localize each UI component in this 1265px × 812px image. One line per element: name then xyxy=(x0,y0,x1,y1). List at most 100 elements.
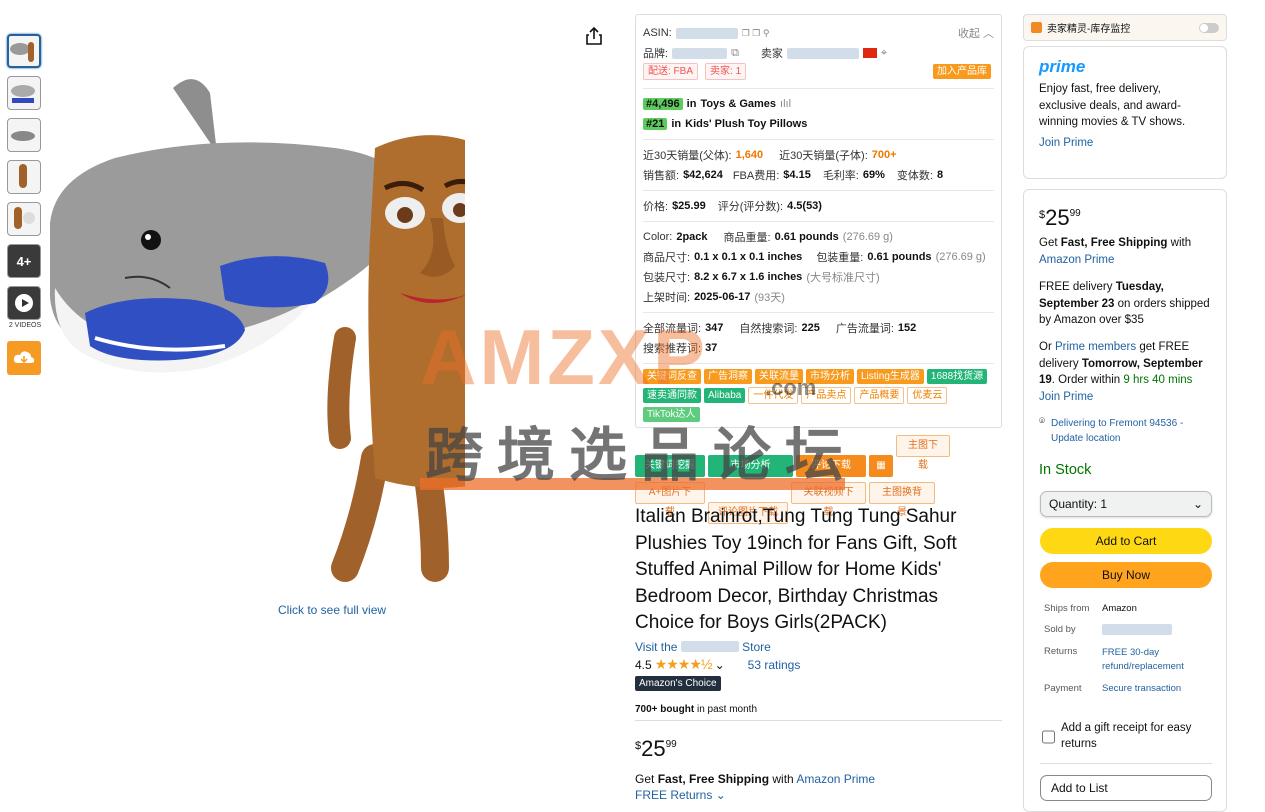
location-icon: ⌖ xyxy=(880,46,888,59)
price-whole: 25 xyxy=(641,736,666,761)
thumbnail-more[interactable]: 4+ xyxy=(7,244,41,278)
amazon-prime-link[interactable]: Amazon Prime xyxy=(796,772,875,786)
keyword-mining-button[interactable]: 关键词挖掘 xyxy=(635,455,705,477)
tag-aliexpress[interactable]: 速卖通同款 xyxy=(643,388,701,403)
chevron-down-icon[interactable]: ⌄ xyxy=(715,658,725,672)
countdown: 9 hrs 40 mins xyxy=(1123,374,1193,386)
variants-value: 8 xyxy=(936,169,944,181)
all-kw-value: 347 xyxy=(705,322,724,334)
main-product-image[interactable] xyxy=(45,38,521,598)
gift-receipt-checkbox[interactable] xyxy=(1042,722,1055,752)
tag-keyword-reverse[interactable]: 关键词反查 xyxy=(643,369,701,384)
tag-alibaba[interactable]: Alibaba xyxy=(704,388,746,403)
buybox-prime-link[interactable]: Amazon Prime xyxy=(1039,254,1114,266)
inventory-monitor-bar: 卖家精灵-库存监控 xyxy=(1023,14,1227,41)
tag-1688[interactable]: 1688找货源 xyxy=(926,369,988,384)
organic-value: 225 xyxy=(801,322,820,334)
revenue-label: 销售额: xyxy=(643,170,680,182)
all-kw-label: 全部流量词: xyxy=(643,323,702,335)
bg-replace-button[interactable]: 主图换背景 xyxy=(869,482,935,518)
brand-label: 品牌: xyxy=(643,48,669,60)
quantity-select[interactable]: Quantity: 1 ⌄ xyxy=(1040,491,1212,517)
delivery-location-link[interactable]: Delivering to Fremont 94536 - Update loc… xyxy=(1051,416,1215,446)
delivery-location[interactable]: ⌾ Delivering to Fremont 94536 - Update l… xyxy=(1039,416,1215,446)
main-image-download-button[interactable]: 主图下载 xyxy=(896,435,950,471)
sales-parent-label: 近30天销量(父体): xyxy=(643,150,732,162)
sales-parent-value: 1,640 xyxy=(735,149,764,161)
tag-youmaiyun[interactable]: 优麦云 xyxy=(907,387,948,404)
tag-tiktok[interactable]: TikTok达人 xyxy=(643,407,700,422)
bar-chart-icon[interactable]: ılıl xyxy=(780,98,791,110)
review-download-button[interactable]: 评论下载 xyxy=(796,455,866,477)
external-link-icon[interactable]: ⧉ xyxy=(731,47,739,60)
payment-link[interactable]: Secure transaction xyxy=(1102,683,1181,694)
stock-status: In Stock xyxy=(1039,462,1092,478)
rank-2-category-link[interactable]: Kids' Plush Toy Pillows xyxy=(685,118,807,130)
ratings-count-link[interactable]: 53 ratings xyxy=(748,658,801,672)
ad-label: 广告流量词: xyxy=(835,323,894,335)
ship-strong: Fast, Free Shipping xyxy=(1060,237,1168,249)
pkg-weight-grams: (276.69 g) xyxy=(935,251,986,263)
ships-from-row: Ships from Amazon xyxy=(1044,603,1137,614)
tag-dropship[interactable]: 一件代发 xyxy=(748,387,799,404)
prime-logo: prime xyxy=(1039,57,1086,76)
weight-value: 0.61 pounds xyxy=(774,231,839,243)
rating-value: 4.5(53) xyxy=(787,200,822,212)
click-full-view-link[interactable]: Click to see full view xyxy=(278,603,386,617)
chevron-down-icon: ⌄ xyxy=(1192,497,1203,511)
gift-receipt-label: Add a gift receipt for easy returns xyxy=(1061,722,1192,750)
video-thumbnail[interactable] xyxy=(7,286,41,320)
sold-by-value-blurred[interactable] xyxy=(1102,624,1172,635)
free-returns-link[interactable]: FREE Returns ⌄ xyxy=(635,788,726,802)
inventory-monitor-toggle[interactable] xyxy=(1199,22,1219,33)
aplus-download-button[interactable]: A+图片下载 xyxy=(635,482,705,518)
thumbnail-3[interactable] xyxy=(7,118,41,152)
rating-number: 4.5 xyxy=(635,657,652,672)
add-to-library-button[interactable]: 加入产品库 xyxy=(933,64,991,79)
free-delivery-label: FREE delivery xyxy=(1039,281,1113,293)
collapse-button[interactable]: 收起 ︿ xyxy=(958,25,994,41)
visit-store-link[interactable]: Visit the Store xyxy=(635,640,771,654)
rank-2: #21 xyxy=(643,118,668,130)
ships-from-key: Ships from xyxy=(1044,603,1090,614)
market-analysis-button[interactable]: 市场分析 xyxy=(708,455,793,477)
video-download-button[interactable]: 关联视频下载 xyxy=(791,482,866,518)
add-to-cart-button[interactable]: Add to Cart xyxy=(1040,528,1212,554)
free-delivery-info: FREE delivery Tuesday, September 23 on o… xyxy=(1039,279,1214,329)
organic-label: 自然搜索词: xyxy=(739,323,798,335)
size-value: 0.1 x 0.1 x 0.1 inches xyxy=(694,251,803,263)
add-to-list-button[interactable]: Add to List xyxy=(1040,775,1212,801)
share-icon[interactable] xyxy=(585,26,603,49)
tag-selling-points[interactable]: 产品卖点 xyxy=(801,387,852,404)
tag-listing-generator[interactable]: Listing生成器 xyxy=(857,369,924,384)
thumbnail-5[interactable] xyxy=(7,202,41,236)
tag-ad-insight[interactable]: 广告洞察 xyxy=(704,369,752,384)
returns-link[interactable]: FREE 30-day refund/replacement xyxy=(1102,646,1202,674)
buybox-join-prime-link[interactable]: Join Prime xyxy=(1039,389,1093,406)
pkg-size-value: 8.2 x 6.7 x 1.6 inches xyxy=(694,271,803,283)
tag-related-traffic[interactable]: 关联流量 xyxy=(755,369,803,384)
rank-1: #4,496 xyxy=(643,98,683,110)
calculator-icon[interactable]: ▦ xyxy=(869,455,893,477)
tag-market-analysis[interactable]: 市场分析 xyxy=(806,369,854,384)
rank-1-category-link[interactable]: Toys & Games xyxy=(700,98,776,110)
buy-now-button[interactable]: Buy Now xyxy=(1040,562,1212,588)
thumbnail-4[interactable] xyxy=(7,160,41,194)
star-rating-icon[interactable]: ★★★★½ xyxy=(655,656,713,673)
bought-count: 700+ bought xyxy=(635,704,695,715)
brand-value-blurred xyxy=(672,47,728,59)
join-prime-link[interactable]: Join Prime xyxy=(1039,135,1211,152)
variants-label: 变体数: xyxy=(896,170,933,182)
seller-sprite-panel: ASIN: ❐ ❐ ⚲ 收起 ︿ 品牌: ⧉ 卖家 ⌖ 配送: FBA 卖家: … xyxy=(635,14,1002,428)
pkg-weight-value: 0.61 pounds xyxy=(867,251,932,263)
thumbnail-2[interactable] xyxy=(7,76,41,110)
fast-shipping-text: Get Fast, Free Shipping with Amazon Prim… xyxy=(635,772,875,786)
play-icon xyxy=(15,294,33,312)
download-icon[interactable] xyxy=(7,341,41,375)
thumbnail-1[interactable] xyxy=(7,34,41,68)
prime-members-link[interactable]: Prime members xyxy=(1055,341,1136,353)
copy-icon[interactable]: ❐ ❐ ⚲ xyxy=(742,28,770,39)
tag-summary[interactable]: 产品概要 xyxy=(854,387,905,404)
sold-by-row: Sold by xyxy=(1044,624,1172,635)
chevron-down-icon: ⌄ xyxy=(715,788,726,802)
